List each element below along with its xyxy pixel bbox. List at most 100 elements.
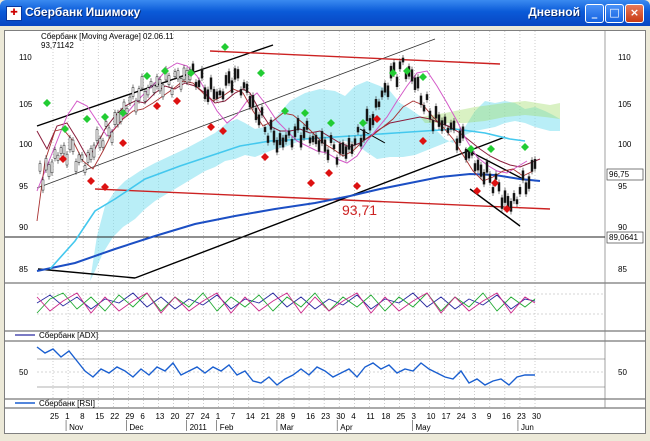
y-tick-right: 105 xyxy=(618,100,632,109)
candle-body xyxy=(263,126,267,133)
sell-signal-marker xyxy=(153,102,161,110)
candle-body xyxy=(437,114,441,127)
candle-body xyxy=(464,149,468,160)
day-tick-label: 16 xyxy=(502,412,511,421)
y-tick-right: 100 xyxy=(618,140,632,149)
minimize-button[interactable]: _ xyxy=(585,4,604,23)
adx-panel: Сбербанк [ADX] xyxy=(15,292,605,340)
candle-body xyxy=(269,119,273,130)
candle-body xyxy=(80,154,84,160)
candle-body xyxy=(233,68,237,80)
day-tick-label: 23 xyxy=(517,412,526,421)
candle-body xyxy=(116,112,120,125)
chart-canvas[interactable]: 93,71 Сбербанк [Moving Average] 02.06.11… xyxy=(5,31,645,433)
candle-body xyxy=(146,87,150,96)
candle-body xyxy=(71,139,75,152)
month-tick-label: Feb xyxy=(220,423,234,432)
candle-body xyxy=(50,161,54,174)
candle-body xyxy=(422,104,426,112)
candle-body xyxy=(353,138,357,146)
day-tick-label: 3 xyxy=(412,412,417,421)
candle-body xyxy=(491,187,495,194)
price-annotation: 93,71 xyxy=(342,202,377,218)
candle-body xyxy=(386,85,390,98)
window-titlebar[interactable]: ✚ Сбербанк Ишимоку Дневной _ □ × xyxy=(0,0,650,26)
candle-body xyxy=(503,190,507,203)
candle-body xyxy=(251,95,255,108)
day-tick-label: 24 xyxy=(457,412,466,421)
candle-body xyxy=(344,146,348,159)
candle-body xyxy=(338,143,342,154)
day-tick-label: 3 xyxy=(472,412,477,421)
y-tick-right: 90 xyxy=(618,223,627,232)
candle-body xyxy=(62,144,66,155)
candle-body xyxy=(161,84,165,98)
candle-body xyxy=(215,91,219,99)
day-tick-label: 30 xyxy=(532,412,541,421)
candle-body xyxy=(308,137,312,144)
candle-body xyxy=(83,165,87,173)
day-tick-label: 20 xyxy=(171,412,180,421)
adx-panel-label: Сбербанк [ADX] xyxy=(39,331,98,340)
candle-body xyxy=(446,127,450,133)
buy-signal-marker xyxy=(487,145,495,153)
candle-body xyxy=(350,144,354,154)
buy-signal-marker xyxy=(221,43,229,51)
buy-signal-marker xyxy=(521,143,529,151)
candle-body xyxy=(515,199,519,205)
candle-body xyxy=(533,159,537,169)
candle-body xyxy=(74,161,78,172)
candle-body xyxy=(230,80,234,93)
candle-body xyxy=(221,91,225,100)
candle-body xyxy=(410,69,414,82)
sell-signal-marker xyxy=(353,182,361,190)
candle-body xyxy=(113,112,117,125)
day-tick-label: 30 xyxy=(336,412,345,421)
candle-body xyxy=(524,182,528,195)
candle-body xyxy=(41,179,45,191)
candle-body xyxy=(131,87,135,97)
maximize-button[interactable]: □ xyxy=(605,4,624,23)
candle-body xyxy=(299,135,303,148)
time-axis: 25 1 8 15 22 29 6 13 20 27 24 1 7 14 21 28 9 16 23 30 4 11 18 2… xyxy=(50,412,541,432)
month-tick-label: 2011 xyxy=(190,423,208,432)
day-tick-label: 1 xyxy=(216,412,221,421)
y-tick-right: 110 xyxy=(618,53,631,62)
sell-signal-marker xyxy=(87,177,95,185)
y-tick-left: 85 xyxy=(19,265,28,274)
day-tick-label: 17 xyxy=(442,412,451,421)
buy-signal-marker xyxy=(101,113,109,121)
candle-body xyxy=(53,149,57,159)
candle-body xyxy=(365,108,369,122)
candle-body xyxy=(68,137,72,151)
day-tick-label: 9 xyxy=(291,412,296,421)
candle-body xyxy=(329,135,333,143)
candle-body xyxy=(212,89,216,100)
day-tick-label: 16 xyxy=(306,412,315,421)
candle-body xyxy=(179,78,183,90)
close-button[interactable]: × xyxy=(625,4,644,23)
candle-body xyxy=(47,164,51,177)
y-tick-left: 110 xyxy=(19,53,32,62)
day-tick-label: 29 xyxy=(125,412,134,421)
day-tick-label: 6 xyxy=(140,412,145,421)
candle-body xyxy=(497,182,501,192)
candle-body xyxy=(431,120,435,132)
month-tick-label: Mar xyxy=(280,423,294,432)
candle-body xyxy=(440,120,444,132)
candle-body xyxy=(203,87,207,100)
day-tick-label: 11 xyxy=(366,412,375,421)
candle-body xyxy=(449,122,453,130)
candle-body xyxy=(86,152,90,163)
candle-body xyxy=(461,126,465,139)
buy-signal-marker xyxy=(419,73,427,81)
candle-body xyxy=(419,95,423,106)
candle-body xyxy=(293,126,297,138)
candle-body xyxy=(356,126,360,133)
chart-area[interactable]: 93,71 Сбербанк [Moving Average] 02.06.11… xyxy=(4,30,646,434)
candle-body xyxy=(104,121,108,127)
candle-body xyxy=(380,90,384,98)
candle-body xyxy=(467,151,471,159)
day-tick-label: 9 xyxy=(487,412,492,421)
window-title: Сбербанк Ишимоку xyxy=(25,5,141,19)
